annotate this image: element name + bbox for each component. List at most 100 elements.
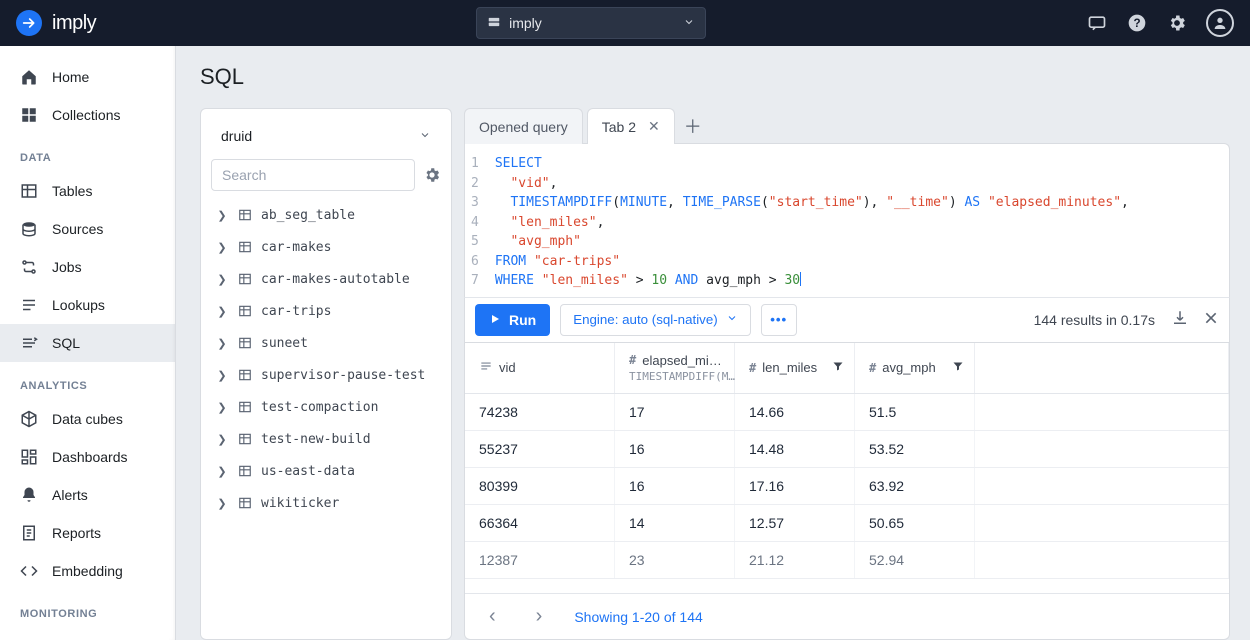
sidebar-item-alerts[interactable]: Alerts (0, 476, 175, 514)
pager-prev[interactable]: ‹ (481, 601, 504, 632)
chevron-right-icon: ❯ (215, 337, 229, 350)
table-icon (237, 240, 253, 254)
gear-icon[interactable] (423, 166, 441, 184)
source-selector[interactable]: druid (211, 119, 441, 153)
cell-empty (975, 394, 1229, 430)
table-icon (237, 208, 253, 222)
sidebar-item-reports[interactable]: Reports (0, 514, 175, 552)
run-button[interactable]: Run (475, 304, 550, 336)
tab-opened-query[interactable]: Opened query (464, 108, 583, 144)
col-header-len-miles[interactable]: # len_miles (735, 343, 855, 393)
results-pager: ‹ › Showing 1-20 of 144 (465, 593, 1229, 639)
table-item[interactable]: ❯suneet (211, 327, 441, 359)
cell-empty (975, 542, 1229, 578)
sidebar-item-sql[interactable]: SQL (0, 324, 175, 362)
table-item[interactable]: ❯test-new-build (211, 423, 441, 455)
topbar: imply imply ? (0, 0, 1250, 46)
more-options-button[interactable]: ••• (761, 304, 797, 336)
cube-icon (20, 410, 38, 428)
table-item[interactable]: ❯us-east-data (211, 455, 441, 487)
results-panel: vid # elapsed_mi… TIMESTAMPDIFF(M… (464, 343, 1230, 640)
table-row[interactable]: 742381714.6651.5 (465, 394, 1229, 431)
table-item[interactable]: ❯car-trips (211, 295, 441, 327)
table-item[interactable]: ❯ car-makes-autotable (211, 263, 441, 295)
settings-gear-icon[interactable] (1166, 12, 1188, 34)
messages-icon[interactable] (1086, 12, 1108, 34)
number-type-icon: # (869, 361, 876, 375)
table-icon (237, 272, 253, 286)
table-row[interactable]: 123872321.1252.94 (465, 542, 1229, 579)
sidebar-item-collections[interactable]: Collections (0, 96, 175, 134)
sidebar-item-label: Lookups (52, 297, 105, 313)
chevron-right-icon: ❯ (215, 241, 229, 254)
cell: 14.66 (735, 394, 855, 430)
sidebar-item-label: Jobs (52, 259, 82, 275)
svg-text:?: ? (1133, 17, 1140, 30)
table-row[interactable]: 803991617.1663.92 (465, 468, 1229, 505)
col-name: len_miles (762, 360, 817, 375)
cell: 23 (615, 542, 735, 578)
sidebar-item-home[interactable]: Home (0, 58, 175, 96)
pager-next[interactable]: › (528, 601, 551, 632)
chevron-right-icon: ❯ (215, 273, 229, 286)
cell-empty (975, 468, 1229, 504)
sidebar-item-dashboards[interactable]: Dashboards (0, 438, 175, 476)
cell: 17.16 (735, 468, 855, 504)
sidebar-item-label: Data cubes (52, 411, 123, 427)
table-row[interactable]: 552371614.4853.52 (465, 431, 1229, 468)
cell: 55237 (465, 431, 615, 467)
table-item[interactable]: ❯test-compaction (211, 391, 441, 423)
chevron-right-icon: ❯ (215, 209, 229, 222)
chevron-down-icon (419, 128, 431, 144)
add-tab-button[interactable]: ＋ (675, 108, 711, 144)
sidebar-item-tables[interactable]: Tables (0, 172, 175, 210)
close-icon[interactable]: ✕ (648, 118, 660, 135)
filter-icon[interactable] (832, 360, 844, 375)
filter-icon[interactable] (952, 360, 964, 375)
cell: 66364 (465, 505, 615, 541)
sidebar-item-jobs[interactable]: Jobs (0, 248, 175, 286)
engine-selector-label: Engine: auto (sql-native) (573, 312, 717, 327)
engine-selector[interactable]: Engine: auto (sql-native) (560, 304, 750, 336)
col-name: avg_mph (882, 360, 935, 375)
table-item[interactable]: ❯wikiticker (211, 487, 441, 519)
home-icon (20, 68, 38, 86)
col-header-avg-mph[interactable]: # avg_mph (855, 343, 975, 393)
sidebar-item-data-cubes[interactable]: Data cubes (0, 400, 175, 438)
brand[interactable]: imply (16, 10, 96, 36)
database-selector[interactable]: imply (476, 7, 706, 39)
pager-label: Showing 1-20 of 144 (574, 609, 702, 625)
user-avatar[interactable] (1206, 9, 1234, 37)
help-icon[interactable]: ? (1126, 12, 1148, 34)
cell: 17 (615, 394, 735, 430)
col-header-vid[interactable]: vid (465, 343, 615, 393)
close-results-icon[interactable] (1203, 310, 1219, 329)
query-status: 144 results in 0.17s (1034, 312, 1155, 328)
query-toolbar: Run Engine: auto (sql-native) ••• 144 re… (464, 297, 1230, 343)
sources-icon (20, 220, 38, 238)
dashboard-icon (20, 448, 38, 466)
table-icon (237, 400, 253, 414)
sidebar-item-lookups[interactable]: Lookups (0, 286, 175, 324)
table-row[interactable]: 663641412.5750.65 (465, 505, 1229, 542)
table-item[interactable]: ❯supervisor-pause-test (211, 359, 441, 391)
ellipsis-icon: ••• (770, 312, 787, 327)
download-icon[interactable] (1171, 309, 1189, 330)
table-icon (237, 432, 253, 446)
table-name: car-makes-autotable (261, 272, 410, 287)
table-item[interactable]: ❯car-makes (211, 231, 441, 263)
col-header-elapsed[interactable]: # elapsed_mi… TIMESTAMPDIFF(M… (615, 343, 735, 393)
sidebar-item-sources[interactable]: Sources (0, 210, 175, 248)
sql-editor[interactable]: 1234567 SELECT "vid", TIMESTAMPDIFF(MINU… (464, 143, 1230, 297)
sidebar-item-embedding[interactable]: Embedding (0, 552, 175, 590)
editor-code[interactable]: SELECT "vid", TIMESTAMPDIFF(MINUTE, TIME… (495, 154, 1217, 291)
cell: 12387 (465, 542, 615, 578)
sidebar-section-data: DATA (0, 134, 175, 172)
cell: 53.52 (855, 431, 975, 467)
schema-search-input[interactable] (211, 159, 415, 191)
text-type-icon (479, 359, 493, 376)
chevron-down-icon (726, 312, 738, 327)
tab-tab2[interactable]: Tab 2 ✕ (587, 108, 675, 144)
table-item[interactable]: ❯ab_seg_table (211, 199, 441, 231)
chevron-right-icon: ❯ (215, 497, 229, 510)
